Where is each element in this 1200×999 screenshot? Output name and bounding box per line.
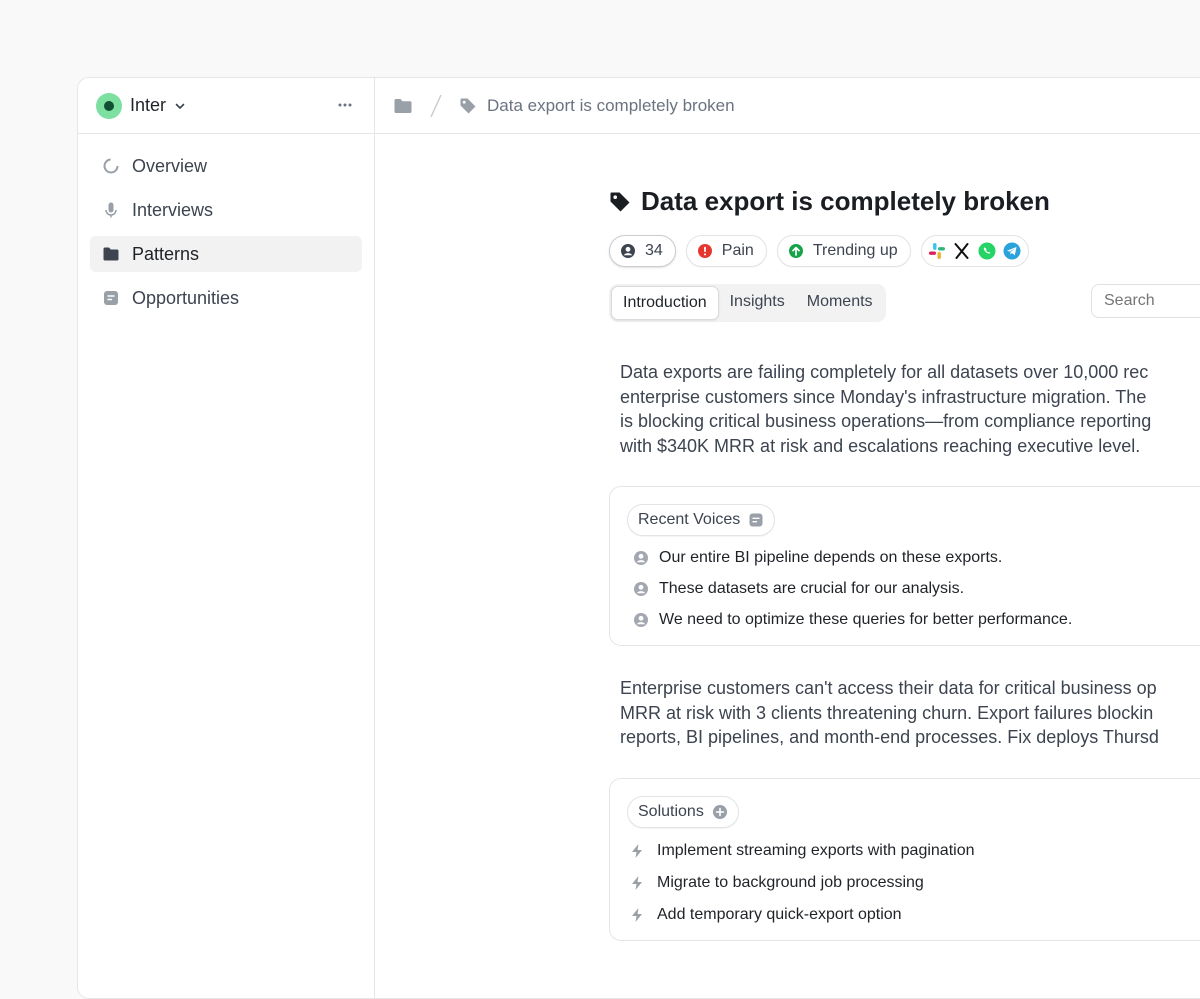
- tag-icon: [460, 98, 476, 113]
- solution-item[interactable]: Implement streaming exports with paginat…: [627, 842, 1200, 860]
- user-icon: [621, 244, 635, 258]
- page-title: Data export is completely broken: [641, 186, 1050, 216]
- app-window: Inter Overview Interviews Patterns Oppor…: [77, 77, 1200, 999]
- summary-line: Enterprise customers can't access their …: [620, 678, 1157, 698]
- user-icon: [634, 551, 648, 565]
- summary-text: Enterprise customers can't access their …: [620, 676, 1200, 750]
- search-input[interactable]: [1091, 284, 1200, 318]
- intro-line: is blocking critical business operations…: [620, 411, 1152, 431]
- solution-text: Add temporary quick-export option: [657, 905, 902, 923]
- folder-icon: [103, 247, 119, 261]
- breadcrumb-separator-icon: [430, 94, 442, 117]
- tab-insights[interactable]: Insights: [719, 286, 796, 318]
- sidebar: Inter Overview Interviews Patterns Oppor…: [78, 78, 375, 998]
- mentions-count-chip[interactable]: 34: [609, 235, 676, 267]
- sidebar-item-overview[interactable]: Overview: [90, 148, 362, 184]
- add-icon: [712, 804, 727, 819]
- sidebar-item-interviews[interactable]: Interviews: [90, 192, 362, 228]
- solutions-pill[interactable]: Solutions: [627, 795, 739, 828]
- tag-icon: [610, 192, 630, 211]
- more-icon[interactable]: [336, 96, 354, 114]
- user-icon: [634, 582, 648, 596]
- microphone-icon: [105, 202, 117, 218]
- intro-line: enterprise customers since Monday's infr…: [620, 386, 1147, 407]
- chevron-down-icon[interactable]: [174, 100, 186, 112]
- severity-chip[interactable]: Pain: [685, 235, 767, 267]
- summary-line: MRR at risk with 3 clients threatening c…: [620, 702, 1154, 723]
- main-panel: Data export is completely broken Data ex…: [375, 78, 1200, 998]
- overview-icon: [103, 158, 119, 174]
- page-header: Data export is completely broken: [609, 186, 1200, 217]
- source-channels[interactable]: [920, 235, 1029, 267]
- note-icon: [749, 513, 763, 527]
- voice-item[interactable]: We need to optimize these queries for be…: [627, 611, 1200, 629]
- severity-label: Pain: [721, 242, 754, 259]
- voice-item[interactable]: Our entire BI pipeline depends on these …: [627, 549, 1200, 567]
- lightning-icon: [632, 843, 642, 858]
- x-icon: [954, 243, 969, 259]
- solution-item[interactable]: Migrate to background job processing: [627, 874, 1200, 892]
- solutions-label: Solutions: [638, 802, 704, 820]
- whatsapp-icon: [978, 242, 996, 260]
- intro-line: with $340K MRR at risk and escalations r…: [620, 435, 1141, 456]
- tab-moments[interactable]: Moments: [796, 286, 884, 318]
- trend-label: Trending up: [812, 242, 898, 259]
- solution-text: Implement streaming exports with paginat…: [657, 841, 975, 859]
- sidebar-item-opportunities[interactable]: Opportunities: [90, 280, 362, 316]
- user-icon: [634, 613, 648, 627]
- source-slack: [925, 239, 949, 263]
- solution-item[interactable]: Add temporary quick-export option: [627, 906, 1200, 924]
- intro-line: Data exports are failing completely for …: [620, 362, 1149, 382]
- arrow-up-icon: [788, 244, 803, 258]
- sidebar-item-label: Overview: [132, 155, 208, 176]
- folder-icon[interactable]: [393, 96, 413, 116]
- breadcrumb-current[interactable]: Data export is completely broken: [487, 96, 735, 116]
- source-telegram: [1000, 239, 1024, 263]
- tab-bar: Introduction Insights Moments: [609, 284, 886, 322]
- lightning-icon: [632, 907, 642, 922]
- solutions-card: Solutions Implement streaming exports wi…: [609, 777, 1200, 941]
- pattern-chips: 34 Pain Trending up: [609, 235, 1200, 267]
- solution-text: Migrate to background job processing: [657, 873, 924, 891]
- voice-item[interactable]: These datasets are crucial for our analy…: [627, 580, 1200, 598]
- note-icon: [104, 291, 118, 305]
- sidebar-item-label: Interviews: [132, 199, 214, 220]
- source-whatsapp: [975, 239, 999, 263]
- voice-quote: Our entire BI pipeline depends on these …: [659, 549, 1003, 566]
- workspace-switcher[interactable]: Inter: [130, 95, 166, 116]
- telegram-icon: [1003, 242, 1021, 260]
- slack-icon: [928, 243, 945, 259]
- summary-line: reports, BI pipelines, and month-end pro…: [620, 727, 1159, 747]
- recent-voices-label: Recent Voices: [638, 511, 741, 528]
- voice-quote: These datasets are crucial for our analy…: [659, 580, 965, 597]
- breadcrumb: Data export is completely broken: [375, 78, 1200, 134]
- sidebar-item-label: Opportunities: [132, 287, 240, 308]
- trend-chip[interactable]: Trending up: [776, 235, 911, 267]
- recent-voices-card: Recent Voices Our entire BI pipeline dep…: [609, 486, 1200, 646]
- workspace-header: Inter: [78, 78, 374, 134]
- sidebar-item-label: Patterns: [132, 243, 200, 264]
- tabs-row: Introduction Insights Moments: [609, 284, 1200, 322]
- workspace-logo: [96, 92, 122, 119]
- lightning-icon: [632, 875, 642, 890]
- source-x: [950, 239, 974, 263]
- tab-introduction[interactable]: Introduction: [611, 286, 719, 320]
- mentions-count: 34: [645, 242, 663, 259]
- intro-text: Data exports are failing completely for …: [620, 360, 1200, 458]
- voice-quote: We need to optimize these queries for be…: [659, 611, 1073, 628]
- recent-voices-pill[interactable]: Recent Voices: [627, 504, 776, 536]
- alert-icon: [697, 244, 712, 258]
- pattern-content: Data export is completely broken 34 Pain…: [609, 134, 1200, 941]
- sidebar-item-patterns[interactable]: Patterns: [90, 236, 362, 272]
- sidebar-nav: Overview Interviews Patterns Opportuniti…: [78, 134, 374, 316]
